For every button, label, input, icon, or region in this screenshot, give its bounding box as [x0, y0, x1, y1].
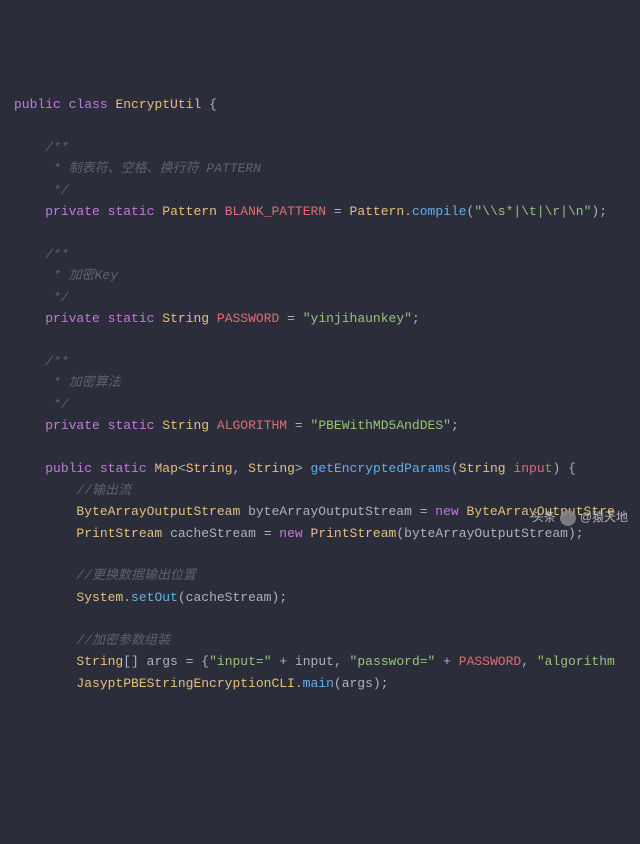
semi: ;	[412, 311, 420, 326]
type-string: String	[162, 418, 209, 433]
var-baos: byteArrayOutputStream	[248, 504, 412, 519]
type-pattern: Pattern	[162, 204, 217, 219]
dot: .	[123, 590, 131, 605]
code-block: public class EncryptUtil { /** * 制表符、空格、…	[14, 94, 640, 694]
doc-line: * 加密算法	[45, 375, 120, 390]
string-blank-pattern: "\\s*|\t|\r|\n"	[474, 204, 591, 219]
ctor-printstream: PrintStream	[311, 526, 397, 541]
type-string: String	[248, 461, 295, 476]
type-printstream: PrintStream	[76, 526, 162, 541]
avatar-icon	[560, 510, 576, 526]
keyword-public: public	[45, 461, 92, 476]
eq: =	[412, 504, 435, 519]
doc-open: /**	[45, 354, 68, 369]
comma: ,	[334, 654, 350, 669]
doc-close: */	[45, 397, 68, 412]
comment-args: //加密参数组装	[76, 633, 170, 648]
watermark: 头条 @猿天地	[532, 508, 628, 528]
lparen: (	[451, 461, 459, 476]
keyword-private: private	[45, 311, 100, 326]
class-cli: JasyptPBEStringEncryptionCLI	[76, 676, 294, 691]
keyword-static: static	[108, 311, 155, 326]
keyword-static: static	[100, 461, 147, 476]
method-setout: setOut	[131, 590, 178, 605]
doc-close: */	[45, 290, 68, 305]
string-algorithm: "PBEWithMD5AndDES"	[311, 418, 451, 433]
string-algorithm-tail: "algorithm	[537, 654, 615, 669]
semi: ;	[279, 590, 287, 605]
arg-cachestream: cacheStream	[186, 590, 272, 605]
keyword-new: new	[279, 526, 302, 541]
gt: >	[295, 461, 303, 476]
arr-open: {	[201, 654, 209, 669]
doc-close: */	[45, 183, 68, 198]
string-password: "yinjihaunkey"	[303, 311, 412, 326]
doc-open: /**	[45, 247, 68, 262]
const-password: PASSWORD	[217, 311, 279, 326]
open-brace: {	[209, 97, 217, 112]
brackets: []	[123, 654, 139, 669]
type-string-arr: String	[76, 654, 123, 669]
eq: =	[256, 526, 279, 541]
eq: =	[178, 654, 201, 669]
semi: ;	[599, 204, 607, 219]
lt: <	[178, 461, 186, 476]
type-map: Map	[154, 461, 177, 476]
keyword-class: class	[69, 97, 108, 112]
eq: =	[326, 204, 349, 219]
comment-output: //输出流	[76, 483, 131, 498]
doc-open: /**	[45, 140, 68, 155]
pattern-class-ref: Pattern	[350, 204, 405, 219]
comma: ,	[233, 461, 249, 476]
class-name: EncryptUtil	[115, 97, 201, 112]
type-baos: ByteArrayOutputStream	[76, 504, 240, 519]
keyword-private: private	[45, 418, 100, 433]
semi: ;	[381, 676, 389, 691]
keyword-new: new	[435, 504, 458, 519]
rparen: )	[373, 676, 381, 691]
rparen: )	[272, 590, 280, 605]
type-string: String	[162, 311, 209, 326]
method-main: main	[303, 676, 334, 691]
keyword-public: public	[14, 97, 61, 112]
const-blank-pattern: BLANK_PATTERN	[225, 204, 326, 219]
type-string: String	[459, 461, 506, 476]
eq: =	[287, 418, 310, 433]
doc-line: * 加密Key	[45, 268, 118, 283]
keyword-static: static	[108, 418, 155, 433]
dot: .	[295, 676, 303, 691]
eq: =	[279, 311, 302, 326]
var-args: args	[147, 654, 178, 669]
lparen: (	[334, 676, 342, 691]
plus: +	[272, 654, 295, 669]
ref-input: input	[295, 654, 334, 669]
class-system: System	[76, 590, 123, 605]
method-compile: compile	[412, 204, 467, 219]
rparen: )	[552, 461, 560, 476]
lparen: (	[178, 590, 186, 605]
doc-line: * 制表符、空格、换行符 PATTERN	[45, 161, 261, 176]
watermark-prefix: 头条	[532, 508, 556, 528]
keyword-private: private	[45, 204, 100, 219]
semi: ;	[451, 418, 459, 433]
lparen: (	[396, 526, 404, 541]
string-password-eq: "password="	[350, 654, 436, 669]
keyword-static: static	[108, 204, 155, 219]
watermark-handle: @猿天地	[580, 508, 628, 528]
ref-password: PASSWORD	[459, 654, 521, 669]
plus: +	[435, 654, 458, 669]
method-getencryptedparams: getEncryptedParams	[311, 461, 451, 476]
dot: .	[404, 204, 412, 219]
var-cachestream: cacheStream	[170, 526, 256, 541]
ref-args: args	[342, 676, 373, 691]
param-input: input	[513, 461, 552, 476]
type-string: String	[186, 461, 233, 476]
comma: ,	[521, 654, 537, 669]
comment-swap: //更换数据输出位置	[76, 568, 196, 583]
open-brace: {	[568, 461, 576, 476]
string-input-eq: "input="	[209, 654, 271, 669]
const-algorithm: ALGORITHM	[217, 418, 287, 433]
